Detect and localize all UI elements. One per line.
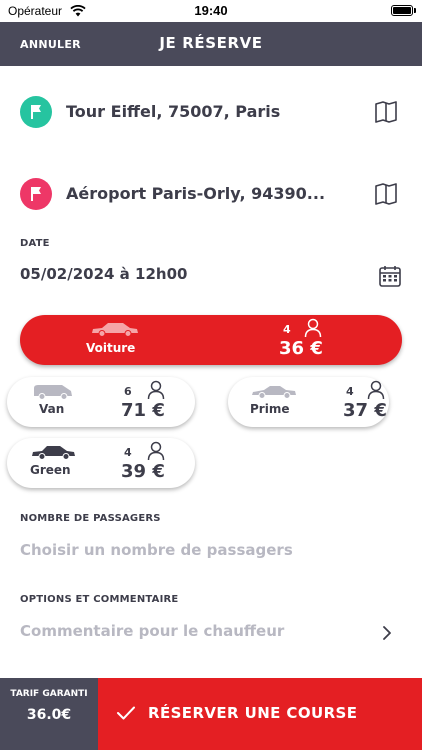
guaranteed-fare-box: TARIF GARANTI 36.0€ <box>0 678 98 750</box>
pickup-address: Tour Eiffel, 75007, Paris <box>66 102 281 121</box>
vehicle-price: 36 € <box>279 338 323 359</box>
guaranteed-fare-value: 36.0€ <box>26 707 72 723</box>
pickup-flag-icon <box>20 96 52 128</box>
calendar-icon[interactable] <box>378 264 402 288</box>
dropoff-address: Aéroport Paris-Orly, 94390... <box>66 184 326 203</box>
battery-icon <box>391 5 413 16</box>
seat-count: 4 <box>124 446 132 459</box>
vehicle-price: 37 € <box>343 400 387 421</box>
van-icon <box>34 385 72 400</box>
book-icon[interactable] <box>374 182 398 206</box>
person-icon <box>367 380 385 400</box>
seat-count: 4 <box>346 385 354 398</box>
car-icon <box>32 446 75 460</box>
passengers-label: NOMBRE DE PASSAGERS <box>20 513 161 524</box>
chevron-right-icon[interactable] <box>382 625 392 641</box>
vehicle-name: Prime <box>250 402 290 416</box>
vehicle-price: 71 € <box>121 400 165 421</box>
person-icon <box>147 441 165 461</box>
person-icon <box>147 380 165 400</box>
guaranteed-fare-label: TARIF GARANTI <box>10 689 88 699</box>
car-icon <box>92 323 138 337</box>
vehicle-name: Van <box>39 402 65 416</box>
checkmark-icon <box>117 706 135 720</box>
page-title: JE RÉSERVE <box>159 34 263 52</box>
reserve-ride-button[interactable]: RÉSERVER UNE COURSE <box>98 678 422 750</box>
vehicle-price: 39 € <box>121 461 165 482</box>
footer-bar: TARIF GARANTI 36.0€ RÉSERVER UNE COURSE <box>0 678 422 750</box>
pickup-address-row[interactable]: Tour Eiffel, 75007, Paris <box>20 96 402 128</box>
date-label: DATE <box>20 238 50 249</box>
options-label: OPTIONS ET COMMENTAIRE <box>20 594 179 605</box>
clock: 19:40 <box>194 3 228 18</box>
seat-count: 6 <box>124 385 132 398</box>
vehicle-option-van[interactable]: Van 6 71 € <box>7 377 195 427</box>
sports-car-icon <box>252 386 296 399</box>
seat-count: 4 <box>283 323 291 336</box>
passengers-selector[interactable]: Choisir un nombre de passagers <box>20 541 293 559</box>
person-icon <box>304 318 322 338</box>
date-value[interactable]: 05/02/2024 à 12h00 <box>20 265 187 283</box>
nav-bar: ANNULER JE RÉSERVE <box>0 22 422 66</box>
vehicle-option-voiture[interactable]: Voiture 4 36 € <box>20 315 402 365</box>
vehicle-name: Green <box>30 463 71 477</box>
reserve-ride-label: RÉSERVER UNE COURSE <box>148 704 358 722</box>
vehicle-option-green[interactable]: Green 4 39 € <box>7 438 195 488</box>
dropoff-flag-icon <box>20 178 52 210</box>
book-icon[interactable] <box>374 100 398 124</box>
vehicle-name: Voiture <box>86 341 136 355</box>
vehicle-option-prime[interactable]: Prime 4 37 € <box>228 377 389 427</box>
dropoff-address-row[interactable]: Aéroport Paris-Orly, 94390... <box>20 178 402 210</box>
comment-field[interactable]: Commentaire pour le chauffeur <box>20 622 284 640</box>
status-bar: Opérateur 19:40 <box>0 0 422 22</box>
